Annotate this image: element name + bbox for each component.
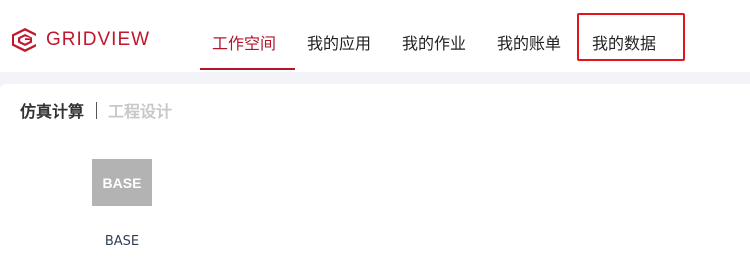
brand-logo[interactable]: GRIDVIEW (10, 26, 150, 54)
top-navigation-bar: GRIDVIEW 工作空间 我的应用 我的作业 我的账单 我的数据 (0, 0, 750, 72)
nav-tab-my-jobs[interactable]: 我的作业 (402, 30, 466, 54)
active-tab-indicator (200, 68, 295, 70)
main-content-panel: 仿真计算 工程设计 BASE BASE (0, 84, 750, 275)
category-tabs: 仿真计算 工程设计 (20, 99, 172, 121)
subtab-simulation[interactable]: 仿真计算 (20, 98, 84, 122)
base-app-icon[interactable]: BASE (92, 159, 152, 206)
gridview-logo-icon (12, 28, 36, 52)
nav-tab-my-bills[interactable]: 我的账单 (497, 30, 561, 54)
subtab-divider (96, 101, 98, 119)
nav-tab-my-apps[interactable]: 我的应用 (307, 30, 371, 54)
subtab-engineering-design[interactable]: 工程设计 (108, 98, 172, 122)
app-label[interactable]: BASE (82, 234, 162, 249)
app-card-base[interactable]: BASE BASE (92, 159, 152, 249)
nav-tab-workspace[interactable]: 工作空间 (212, 30, 276, 54)
nav-tab-my-data[interactable]: 我的数据 (592, 30, 656, 54)
brand-name: GRIDVIEW (46, 29, 151, 50)
app-icon-text: BASE (102, 174, 142, 191)
